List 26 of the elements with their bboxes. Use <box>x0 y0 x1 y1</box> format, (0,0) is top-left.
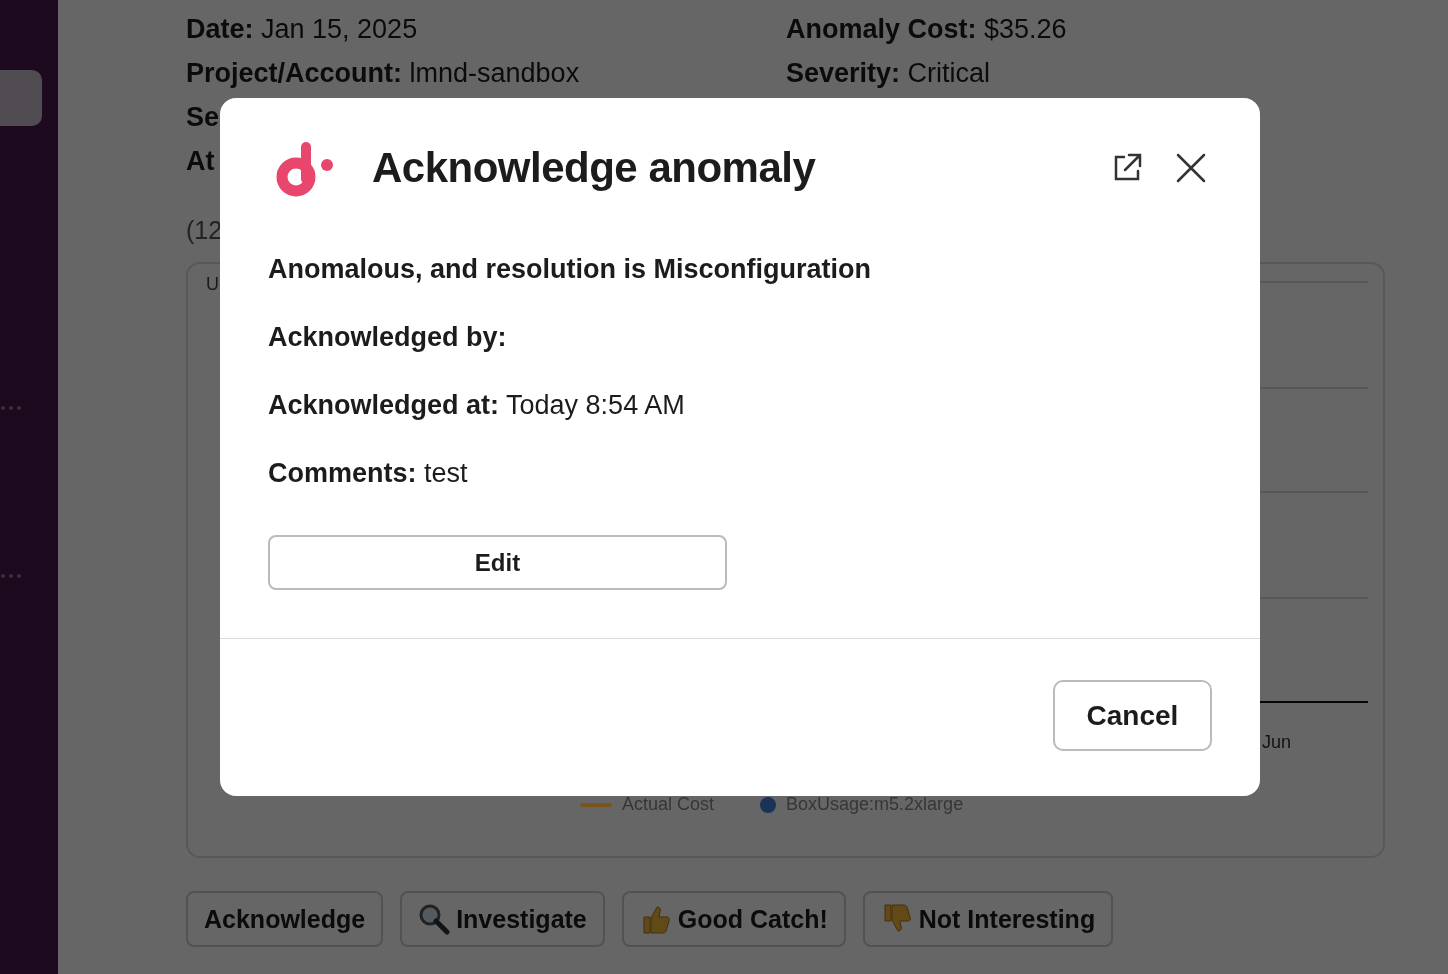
edit-button[interactable]: Edit <box>268 535 727 590</box>
field-text: Se <box>186 101 220 134</box>
sidebar-highlight[interactable] <box>0 70 42 126</box>
field-text: Project/Account: lmnd-sandbox <box>186 57 581 90</box>
logo-icon <box>276 139 334 197</box>
action-button[interactable]: Investigate <box>400 891 605 947</box>
more-icon[interactable] <box>0 405 22 411</box>
detail-text: Acknowledged at: Today 8:54 AM <box>268 389 685 422</box>
field-text: Date: Jan 15, 2025 <box>186 13 419 46</box>
close-icon[interactable] <box>1174 151 1208 185</box>
action-button[interactable]: Acknowledge <box>186 891 384 947</box>
more-icon[interactable] <box>0 573 22 579</box>
axis-label: Jun <box>1262 732 1292 753</box>
detail-text: Anomalous, and resolution is Misconfiguration <box>268 253 872 286</box>
dialog-title: Acknowledge anomaly <box>372 144 817 192</box>
field-text: Severity: Critical <box>786 57 992 90</box>
field-text: Anomaly Cost: $35.26 <box>786 13 1067 46</box>
action-button[interactable]: Not Interesting <box>862 891 1114 947</box>
note-text: (12 <box>186 215 223 246</box>
chart-title: U <box>206 274 219 295</box>
detail-text: Acknowledged by: <box>268 321 507 354</box>
magnifier-icon <box>418 903 451 935</box>
cancel-button[interactable]: Cancel <box>1053 680 1212 751</box>
field-text: At <box>186 145 215 178</box>
detail-text: Comments: test <box>268 457 468 490</box>
action-button[interactable]: Good Catch! <box>621 891 846 947</box>
